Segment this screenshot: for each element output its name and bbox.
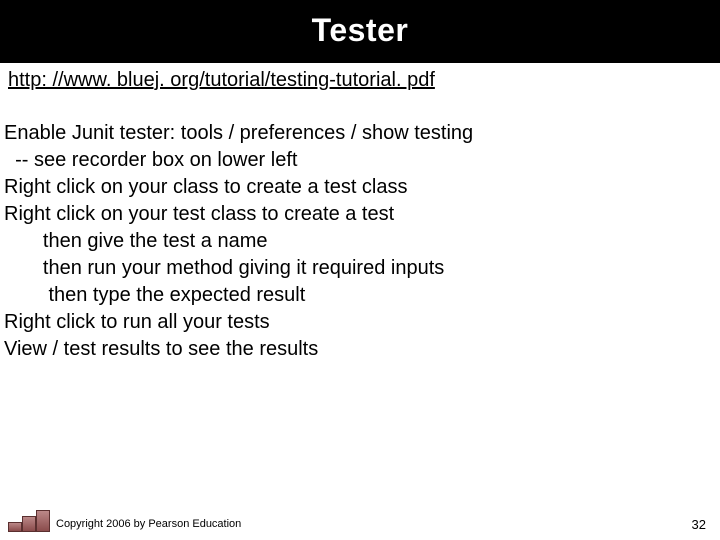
copyright-text: Copyright 2006 by Pearson Education bbox=[56, 518, 241, 530]
body-line: -- see recorder box on lower left bbox=[4, 149, 297, 171]
body-line: View / test results to see the results bbox=[4, 338, 318, 360]
body-line: Enable Junit tester: tools / preferences… bbox=[4, 122, 473, 144]
tutorial-link[interactable]: http: //www. bluej. org/tutorial/testing… bbox=[0, 63, 720, 92]
body-line: then type the expected result bbox=[4, 284, 305, 306]
slide-title: Tester bbox=[0, 0, 720, 63]
slide-body: Enable Junit tester: tools / preferences… bbox=[0, 92, 720, 363]
footer: Copyright 2006 by Pearson Education 32 bbox=[0, 510, 720, 532]
body-line: Right click on your class to create a te… bbox=[4, 176, 408, 198]
stairs-icon bbox=[8, 510, 50, 532]
body-line: then give the test a name bbox=[4, 230, 268, 252]
footer-left: Copyright 2006 by Pearson Education bbox=[8, 510, 241, 532]
body-line: then run your method giving it required … bbox=[4, 257, 444, 279]
page-number: 32 bbox=[692, 517, 706, 532]
body-line: Right click to run all your tests bbox=[4, 311, 270, 333]
body-line: Right click on your test class to create… bbox=[4, 203, 394, 225]
